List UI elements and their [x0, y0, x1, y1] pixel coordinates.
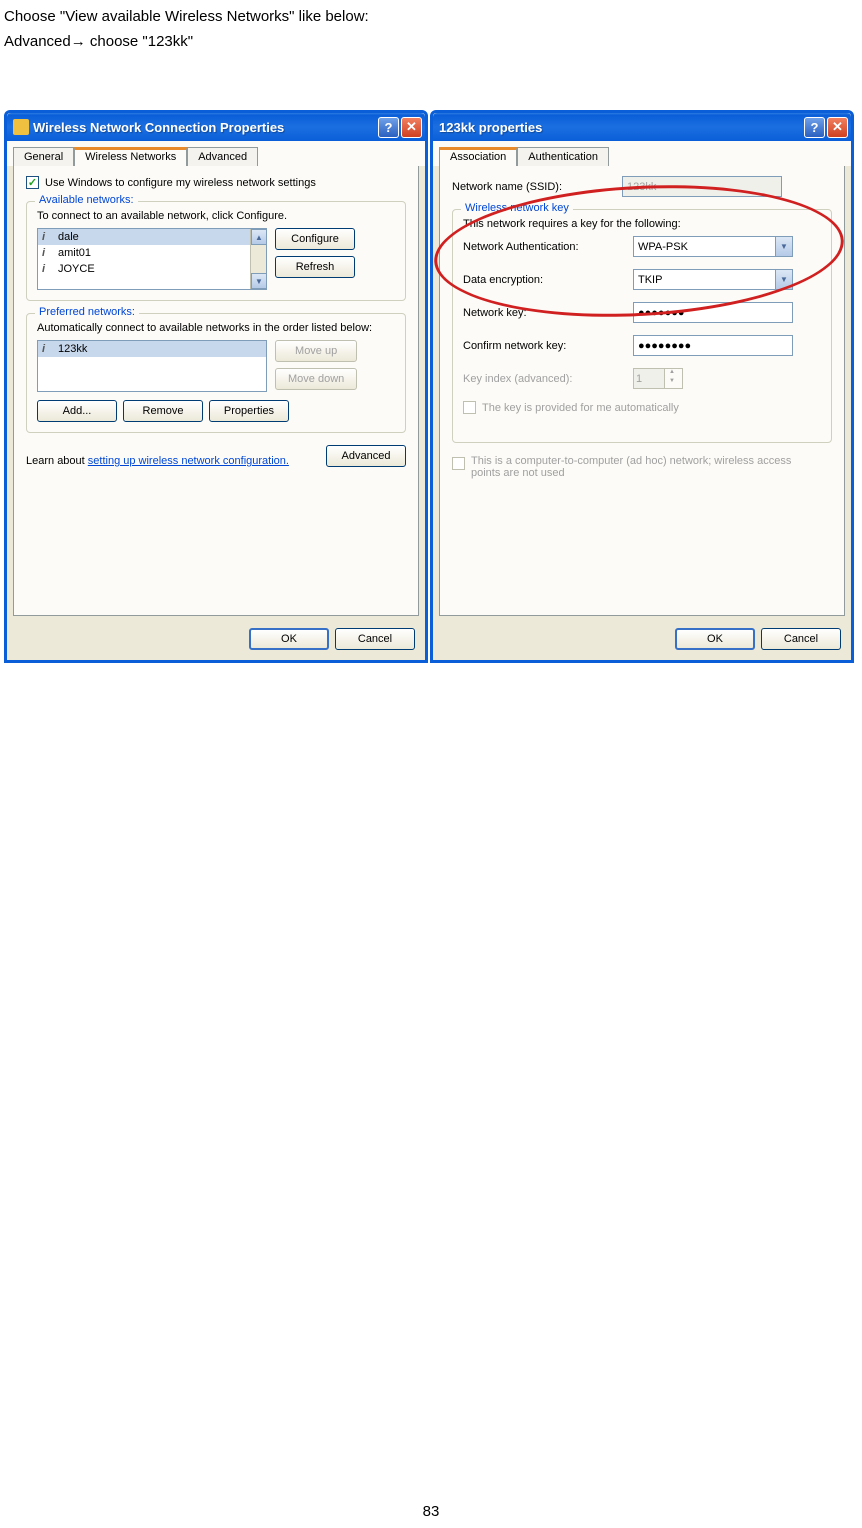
- remove-button[interactable]: Remove: [123, 400, 203, 422]
- ok-button[interactable]: OK: [249, 628, 329, 650]
- list-item-label: JOYCE: [58, 263, 95, 275]
- tab-authentication[interactable]: Authentication: [517, 147, 609, 166]
- cancel-button[interactable]: Cancel: [335, 628, 415, 650]
- titlebar[interactable]: 123kk properties ? ✕: [433, 113, 851, 141]
- tab-general[interactable]: General: [13, 147, 74, 166]
- enc-label: Data encryption:: [463, 274, 633, 286]
- doc-line-2-pre: Advanced: [4, 33, 71, 50]
- available-text: To connect to an available network, clic…: [37, 210, 395, 222]
- ssid-input: [622, 176, 782, 197]
- preferred-networks-group: Preferred networks: Automatically connec…: [26, 313, 406, 433]
- doc-line-1: Choose "View available Wireless Networks…: [4, 8, 858, 25]
- help-button[interactable]: ?: [804, 117, 825, 138]
- configure-button[interactable]: Configure: [275, 228, 355, 250]
- titlebar[interactable]: Wireless Network Connection Properties ?…: [7, 113, 425, 141]
- key-index-spinner: ▲▼: [633, 368, 683, 389]
- window-title: Wireless Network Connection Properties: [33, 120, 376, 135]
- move-up-button[interactable]: Move up: [275, 340, 357, 362]
- auth-label: Network Authentication:: [463, 241, 633, 253]
- add-button[interactable]: Add...: [37, 400, 117, 422]
- key-index-input: [634, 369, 664, 388]
- list-item-label: amit01: [58, 247, 91, 259]
- learn-text: Learn about setting up wireless network …: [26, 455, 289, 467]
- netkey-label: Network key:: [463, 307, 633, 319]
- adhoc-label: This is a computer-to-computer (ad hoc) …: [471, 455, 811, 479]
- tab-association[interactable]: Association: [439, 147, 517, 166]
- dialog-buttons: OK Cancel: [433, 622, 851, 660]
- app-icon: [13, 119, 29, 135]
- doc-line-2-post: choose "123kk": [86, 33, 193, 50]
- scroll-up-icon[interactable]: ▲: [251, 229, 267, 245]
- refresh-button[interactable]: Refresh: [275, 256, 355, 278]
- auto-key-label: The key is provided for me automatically: [482, 402, 679, 414]
- scroll-down-icon[interactable]: ▼: [251, 273, 267, 289]
- preferred-listbox[interactable]: 123kk: [37, 340, 267, 392]
- network-icon: [42, 247, 54, 259]
- enc-value: TKIP: [638, 274, 662, 286]
- spinner-down-icon: ▼: [665, 378, 679, 387]
- chevron-down-icon[interactable]: ▼: [775, 237, 792, 256]
- auth-dropdown[interactable]: WPA-PSK ▼: [633, 236, 793, 257]
- arrow-icon: →: [71, 33, 86, 50]
- page-number: 83: [4, 1503, 858, 1520]
- move-down-button[interactable]: Move down: [275, 368, 357, 390]
- close-button[interactable]: ✕: [401, 117, 422, 138]
- window-title: 123kk properties: [439, 120, 802, 135]
- available-title: Available networks:: [35, 194, 138, 206]
- tab-content: Network name (SSID): Wireless network ke…: [439, 166, 845, 616]
- properties-button[interactable]: Properties: [209, 400, 289, 422]
- tab-wireless-networks[interactable]: Wireless Networks: [74, 147, 187, 166]
- available-listbox[interactable]: dale amit01 JOYCE ▲ ▼: [37, 228, 267, 290]
- advanced-button[interactable]: Advanced: [326, 445, 406, 467]
- window-123kk-properties: 123kk properties ? ✕ Association Authent…: [430, 110, 854, 663]
- confirm-input[interactable]: [633, 335, 793, 356]
- key-group-text: This network requires a key for the foll…: [463, 218, 821, 230]
- help-button[interactable]: ?: [378, 117, 399, 138]
- chevron-down-icon[interactable]: ▼: [775, 270, 792, 289]
- list-item-label: 123kk: [58, 343, 87, 355]
- dialog-buttons: OK Cancel: [7, 622, 425, 660]
- ok-button[interactable]: OK: [675, 628, 755, 650]
- use-windows-checkbox[interactable]: ✓: [26, 176, 39, 189]
- key-group-title: Wireless network key: [461, 202, 573, 214]
- adhoc-checkbox: [452, 457, 465, 470]
- list-item[interactable]: JOYCE: [38, 261, 266, 277]
- list-item[interactable]: dale: [38, 229, 266, 245]
- wireless-key-group: Wireless network key This network requir…: [452, 209, 832, 443]
- enc-dropdown[interactable]: TKIP ▼: [633, 269, 793, 290]
- close-button[interactable]: ✕: [827, 117, 848, 138]
- confirm-label: Confirm network key:: [463, 340, 633, 352]
- network-icon: [42, 343, 54, 355]
- available-networks-group: Available networks: To connect to an ava…: [26, 201, 406, 301]
- cancel-button[interactable]: Cancel: [761, 628, 841, 650]
- tab-content: ✓ Use Windows to configure my wireless n…: [13, 166, 419, 616]
- learn-link[interactable]: setting up wireless network configuratio…: [88, 455, 289, 467]
- list-item[interactable]: 123kk: [38, 341, 266, 357]
- auto-key-checkbox: [463, 401, 476, 414]
- spinner-buttons: ▲▼: [664, 369, 679, 388]
- auth-value: WPA-PSK: [638, 241, 688, 253]
- doc-line-2: Advanced→ choose "123kk": [4, 33, 858, 50]
- tab-strip: Association Authentication: [433, 141, 851, 166]
- use-windows-label: Use Windows to configure my wireless net…: [45, 177, 316, 189]
- preferred-title: Preferred networks:: [35, 306, 139, 318]
- preferred-text: Automatically connect to available netwo…: [37, 322, 395, 334]
- list-item[interactable]: amit01: [38, 245, 266, 261]
- tab-strip: General Wireless Networks Advanced: [7, 141, 425, 166]
- index-label: Key index (advanced):: [463, 373, 633, 385]
- network-icon: [42, 263, 54, 275]
- learn-pre: Learn about: [26, 455, 88, 467]
- list-item-label: dale: [58, 231, 79, 243]
- scrollbar[interactable]: ▲ ▼: [250, 229, 266, 289]
- tab-advanced[interactable]: Advanced: [187, 147, 258, 166]
- spinner-up-icon: ▲: [665, 369, 679, 378]
- netkey-input[interactable]: [633, 302, 793, 323]
- network-icon: [42, 231, 54, 243]
- ssid-label: Network name (SSID):: [452, 181, 622, 193]
- window-wireless-properties: Wireless Network Connection Properties ?…: [4, 110, 428, 663]
